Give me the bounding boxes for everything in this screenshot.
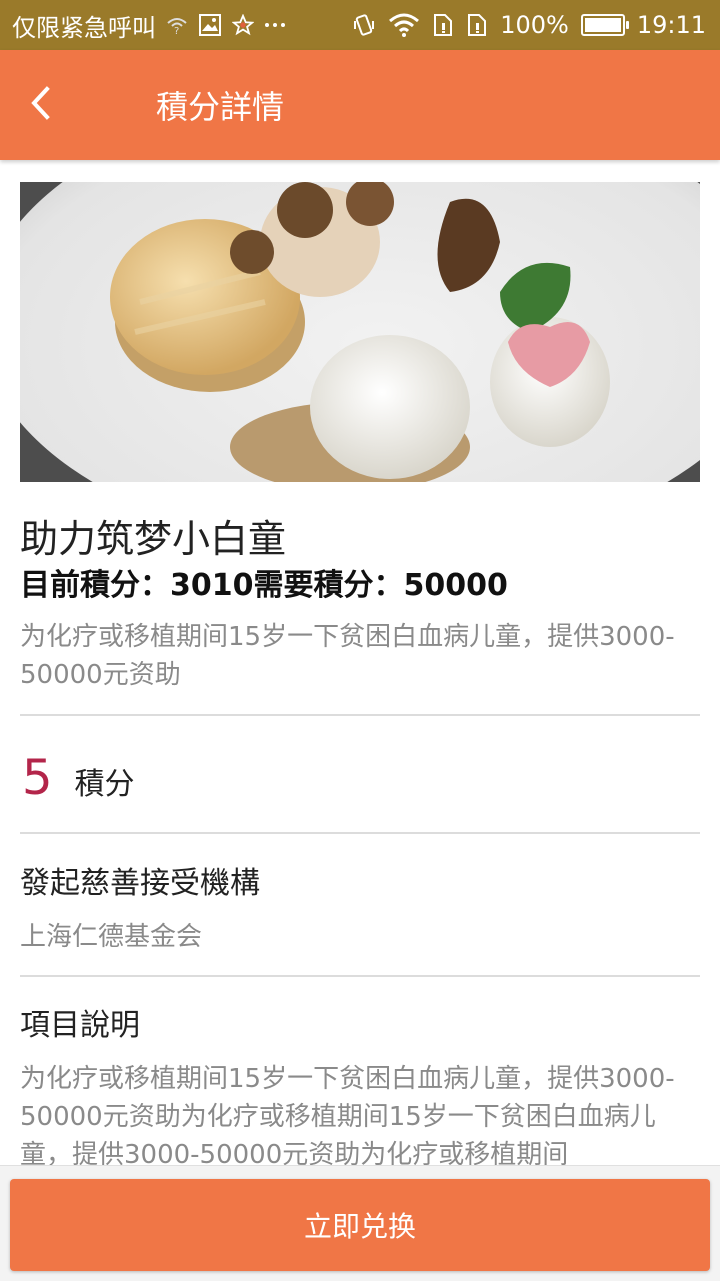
vibrate-icon bbox=[352, 12, 376, 38]
org-name: 上海仁德基金会 bbox=[20, 922, 203, 952]
redeem-button[interactable]: 立即兑换 bbox=[10, 1179, 710, 1271]
image-icon bbox=[198, 13, 222, 37]
bottom-bar: 立即兑换 bbox=[0, 1165, 720, 1281]
cost-value: 5 bbox=[22, 750, 53, 806]
more-icon bbox=[264, 21, 286, 29]
detail-content[interactable]: 助力筑梦小白童 目前積分：3010需要積分：50000 为化疗或移植期间15岁一… bbox=[0, 160, 720, 1165]
product-image bbox=[20, 182, 700, 482]
divider bbox=[20, 832, 700, 834]
divider bbox=[20, 714, 700, 716]
wifi-icon bbox=[388, 13, 420, 37]
cost-unit: 積分 bbox=[74, 767, 135, 802]
org-section-title: 發起慈善接受機構 bbox=[20, 866, 260, 901]
signal-icon: ? bbox=[166, 14, 188, 36]
sim2-icon bbox=[466, 12, 488, 38]
project-title: 助力筑梦小白童 bbox=[20, 517, 287, 561]
chevron-left-icon bbox=[29, 85, 51, 125]
star-icon bbox=[232, 14, 254, 36]
battery-percent: 100% bbox=[500, 11, 569, 39]
divider bbox=[20, 975, 700, 977]
redeem-cost: 5 積分 bbox=[20, 750, 700, 806]
carrier-text: 仅限紧急呼叫 bbox=[12, 13, 156, 42]
project-summary: 为化疗或移植期间15岁一下贫困白血病儿童，提供3000-50000元资助 bbox=[20, 622, 675, 690]
battery-icon bbox=[580, 14, 629, 36]
clock: 19:11 bbox=[636, 11, 706, 39]
sim1-icon bbox=[432, 12, 454, 38]
page-title: 積分詳情 bbox=[156, 88, 285, 126]
project-description: 为化疗或移植期间15岁一下贫困白血病儿童，提供3000-50000元资助为化疗或… bbox=[20, 1064, 675, 1165]
points-summary: 目前積分：3010需要積分：50000 bbox=[20, 568, 508, 603]
app-bar: 積分詳情 bbox=[0, 50, 720, 160]
project-desc-title: 項目說明 bbox=[20, 1008, 140, 1043]
back-button[interactable] bbox=[0, 50, 80, 160]
svg-text:?: ? bbox=[174, 26, 179, 36]
status-bar: 仅限紧急呼叫 ? 100% 19:11 bbox=[0, 0, 720, 50]
